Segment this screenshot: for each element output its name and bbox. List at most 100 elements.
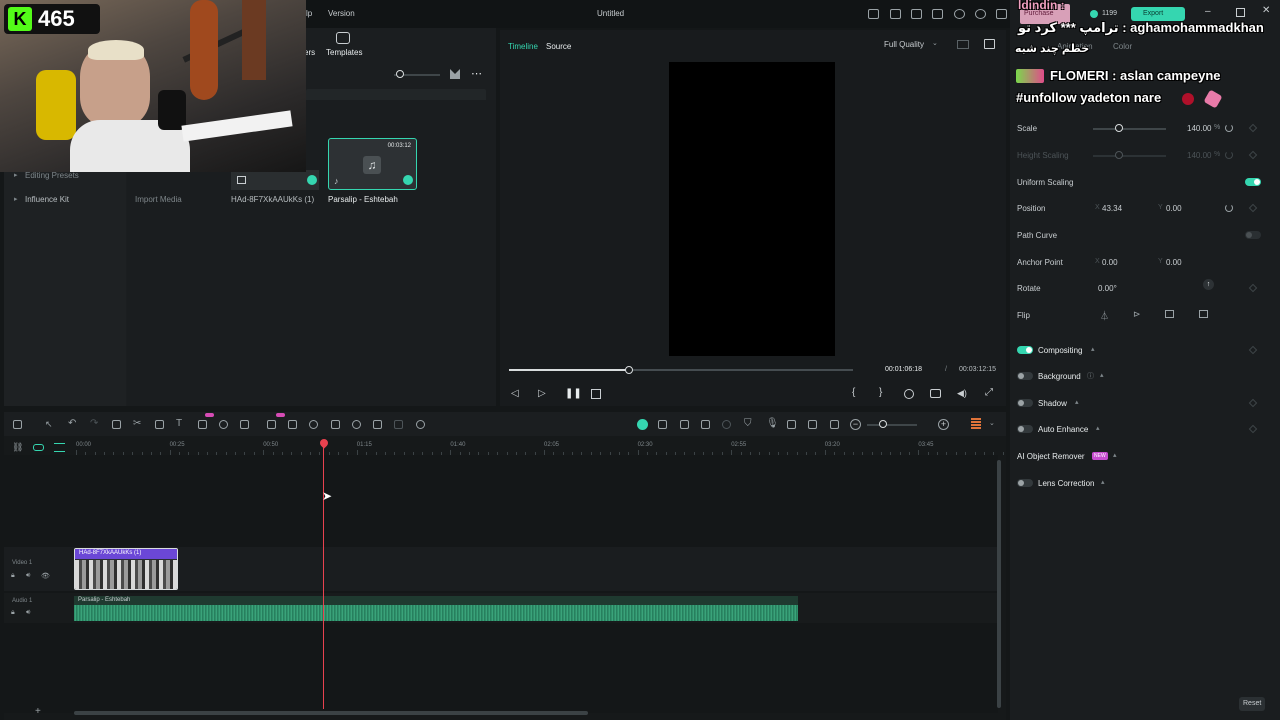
maximize-icon[interactable] xyxy=(1236,8,1245,17)
shadow-toggle[interactable] xyxy=(1017,399,1033,407)
track-manager-icon[interactable] xyxy=(54,443,65,452)
media-item-audio[interactable]: 00:03:12 ♫ ♪ xyxy=(328,138,417,190)
scale-slider-knob[interactable] xyxy=(1115,124,1123,132)
ai-tool-icon[interactable] xyxy=(198,420,207,429)
select-tool-icon[interactable]: ↖ xyxy=(45,419,53,430)
menu-version[interactable]: Version xyxy=(328,9,355,18)
scale-slider[interactable] xyxy=(1093,128,1166,130)
delete-icon[interactable] xyxy=(112,420,121,429)
speaker-icon[interactable]: 🔊︎ xyxy=(26,609,30,617)
chevron-down-icon[interactable]: ⌄ xyxy=(989,419,995,427)
beat-sync-icon[interactable] xyxy=(288,420,297,429)
zoom-out-icon[interactable]: − xyxy=(850,419,861,430)
eye-icon[interactable]: 👁︎ xyxy=(41,572,50,580)
camera-snapshot-icon[interactable] xyxy=(930,389,941,398)
subtitle-icon[interactable] xyxy=(830,420,839,429)
more-options-icon[interactable]: ⋯ xyxy=(471,67,483,80)
render-preview-icon[interactable] xyxy=(637,419,648,430)
sidebar-item-influence-kit[interactable]: Influence Kit xyxy=(25,195,69,204)
speaker-icon[interactable]: 🔊︎ xyxy=(26,572,30,580)
video-clip[interactable]: HAd-8F7XkAAUkKs (1) xyxy=(74,548,178,590)
volume-icon[interactable]: ◀) xyxy=(957,388,967,399)
menu-help[interactable]: lp xyxy=(306,9,312,18)
monitor-icon[interactable] xyxy=(911,9,922,19)
reset-icon[interactable] xyxy=(1225,124,1233,132)
chevron-down-icon[interactable]: ⌄ xyxy=(932,39,938,47)
tab-timeline[interactable]: Timeline xyxy=(508,42,538,51)
split-icon[interactable]: ✂ xyxy=(133,418,141,429)
background-toggle[interactable] xyxy=(1017,372,1033,380)
expand-arrow-icon[interactable]: ▸ xyxy=(14,195,18,203)
import-media-label[interactable]: Import Media xyxy=(135,195,182,204)
feedback-icon[interactable] xyxy=(868,9,879,19)
snapshot-image-icon[interactable] xyxy=(984,39,995,49)
zoom-slider-knob[interactable] xyxy=(879,420,887,428)
layout-grid-icon[interactable] xyxy=(13,420,22,429)
chevron-up-icon[interactable]: ▴ xyxy=(1101,478,1105,486)
marker-group-icon[interactable] xyxy=(680,420,689,429)
save-icon[interactable] xyxy=(932,9,943,19)
text-icon[interactable]: T xyxy=(176,418,182,429)
lens-correction-toggle[interactable] xyxy=(1017,479,1033,487)
close-icon[interactable]: ✕ xyxy=(1262,5,1270,16)
mark-out-icon[interactable]: } xyxy=(879,387,882,398)
chevron-up-icon[interactable]: ▴ xyxy=(1100,371,1104,379)
expand-arrow-icon[interactable]: ▸ xyxy=(14,171,18,179)
playhead[interactable] xyxy=(323,443,324,709)
auto-enhance-toggle[interactable] xyxy=(1017,425,1033,433)
auto-edit-icon[interactable] xyxy=(267,420,276,429)
chevron-up-icon[interactable]: ▴ xyxy=(1075,398,1079,406)
zoom-slider[interactable] xyxy=(867,424,917,426)
tab-source[interactable]: Source xyxy=(546,42,571,51)
prev-frame-icon[interactable]: ◁ xyxy=(511,388,519,399)
compositing-toggle[interactable] xyxy=(1017,346,1033,354)
section-auto-enhance[interactable]: Auto Enhance xyxy=(1038,425,1088,434)
link-clips-icon[interactable] xyxy=(33,444,44,451)
color-match-icon[interactable] xyxy=(416,420,425,429)
timeline-vertical-scrollbar[interactable] xyxy=(997,460,1001,708)
sidebar-item-editing-presets[interactable]: Editing Presets xyxy=(25,171,79,180)
crop-icon[interactable] xyxy=(155,420,164,429)
rotate-cw-icon[interactable] xyxy=(1165,310,1174,318)
flip-horizontal-icon[interactable]: ⊳ xyxy=(1133,309,1141,320)
position-y-input[interactable]: 0.00 xyxy=(1166,204,1182,213)
anchor-y-input[interactable]: 0.00 xyxy=(1166,258,1182,267)
stabilize-icon[interactable] xyxy=(352,420,361,429)
picture-in-picture-icon[interactable] xyxy=(808,420,817,429)
microphone-icon[interactable]: 🎙 xyxy=(766,418,779,429)
section-shadow[interactable]: Shadow xyxy=(1038,399,1067,408)
rotate-dial-icon[interactable]: ↑ xyxy=(1203,279,1214,290)
thumb-size-knob[interactable] xyxy=(396,70,404,78)
chevron-up-icon[interactable]: ▴ xyxy=(1113,451,1117,459)
mask-icon[interactable] xyxy=(331,420,340,429)
section-background[interactable]: Background xyxy=(1038,372,1081,381)
lock-icon[interactable]: 🔒︎ xyxy=(11,609,15,617)
flip-vertical-icon[interactable]: ⏃ xyxy=(1100,309,1109,322)
ai-copilot-icon[interactable] xyxy=(701,420,710,429)
anchor-x-input[interactable]: 0.00 xyxy=(1102,258,1118,267)
filter-icon[interactable] xyxy=(450,69,460,79)
uniform-scaling-toggle[interactable] xyxy=(1245,178,1261,186)
undo-icon[interactable]: ↶ xyxy=(68,418,76,429)
section-compositing[interactable]: Compositing xyxy=(1038,346,1082,355)
audio-stretch-icon[interactable] xyxy=(309,420,318,429)
preview-canvas[interactable] xyxy=(669,62,835,356)
rotate-ccw-icon[interactable] xyxy=(1199,310,1208,318)
audio-meter-icon[interactable] xyxy=(971,418,981,430)
mark-in-icon[interactable]: { xyxy=(852,387,855,398)
audio-clip[interactable]: Parsalip - Eshtebah xyxy=(74,596,798,621)
info-icon[interactable]: ⓘ xyxy=(1087,371,1094,381)
pause-icon[interactable]: ❚❚ xyxy=(565,388,582,399)
scale-value[interactable]: 140.00 xyxy=(1187,124,1211,133)
apps-grid-icon[interactable] xyxy=(996,9,1007,19)
rotate-input[interactable]: 0.00° xyxy=(1098,284,1117,293)
audio-mixer-icon[interactable] xyxy=(787,420,796,429)
transition-icon[interactable] xyxy=(240,420,249,429)
path-curve-toggle[interactable] xyxy=(1245,231,1261,239)
stop-icon[interactable] xyxy=(591,389,601,399)
layout-icon[interactable] xyxy=(890,9,901,19)
chevron-up-icon[interactable]: ▴ xyxy=(1091,345,1095,353)
account-icon[interactable] xyxy=(975,9,986,19)
templates-icon[interactable] xyxy=(336,32,350,44)
quality-select[interactable]: Full Quality xyxy=(884,40,924,49)
